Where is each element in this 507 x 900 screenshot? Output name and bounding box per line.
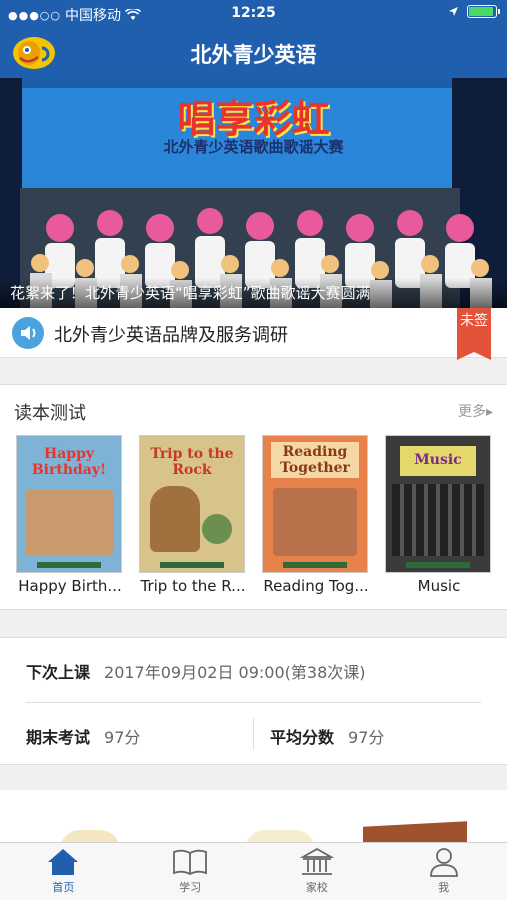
book-card[interactable]: Happy Birthday! Happy Birth...: [16, 435, 124, 595]
book-cover: Reading Together: [262, 435, 368, 573]
reading-test-section: 读本测试 更多▸ Happy Birthday! Happy Birth... …: [0, 384, 507, 610]
school-icon: [299, 847, 334, 875]
book-card[interactable]: Trip to the Rock Trip to the R...: [139, 435, 247, 595]
section-heading: 读本测试: [14, 403, 86, 424]
status-bar: ●●●○○ 中国移动 12:25: [0, 0, 507, 28]
cover-strip: [160, 562, 224, 568]
tab-school[interactable]: 家校: [254, 843, 381, 900]
person-icon: [429, 848, 458, 877]
speaker-icon: [12, 317, 44, 349]
next-section-preview: [0, 790, 507, 842]
average-score-row: 平均分数 97分: [270, 724, 384, 748]
cover-illustration: [25, 490, 113, 556]
next-class-row: 下次上课 2017年09月02日 09:00(第38次课): [26, 659, 366, 683]
preview-image: [363, 821, 467, 842]
notice-text: 北外青少英语品牌及服务调研: [54, 325, 288, 346]
unsigned-tag: 未签: [457, 308, 491, 360]
cover-title: Reading Together: [280, 444, 350, 476]
tab-home[interactable]: 首页: [0, 843, 127, 900]
final-exam-row: 期末考试 97分: [26, 724, 140, 748]
schedule-panel: 下次上课 2017年09月02日 09:00(第38次课) 期末考试 97分 平均分…: [0, 637, 507, 765]
banner-stage-title: 唱享彩虹: [177, 96, 330, 141]
book-cover: Happy Birthday!: [16, 435, 122, 573]
cover-illustration: [150, 486, 200, 552]
book-card[interactable]: Music Music: [385, 435, 493, 595]
book-title: Reading Tog...: [263, 577, 369, 595]
status-time: 12:25: [231, 5, 276, 21]
banner-stage-subtitle: 北外青少英语歌曲歌谣大赛: [163, 138, 344, 156]
page-title: 北外青少英语: [190, 43, 317, 67]
tab-label: 首页: [52, 881, 75, 894]
cover-illustration: [202, 514, 232, 544]
book-title: Trip to the R...: [140, 577, 246, 595]
book-title: Music: [417, 577, 461, 595]
book-cover: Music: [385, 435, 491, 573]
banner-caption: 花絮来了！北外青少英语“唱享彩虹”歌曲歌谣大赛圆满: [0, 278, 507, 308]
average-score-label: 平均分数: [270, 728, 335, 747]
location-icon: [449, 7, 458, 16]
book-card[interactable]: Reading Together Reading Tog...: [262, 435, 370, 595]
divider: [26, 702, 481, 703]
book-title: Happy Birth...: [18, 577, 122, 595]
tab-label: 家校: [305, 881, 328, 894]
tab-label: 我: [438, 881, 450, 894]
survey-notice[interactable]: 北外青少英语品牌及服务调研 未签: [0, 308, 507, 360]
cover-title: Music: [414, 452, 462, 468]
next-class-label: 下次上课: [26, 663, 91, 682]
nav-bar: 北外青少英语: [0, 28, 507, 78]
final-exam-label: 期末考试: [26, 728, 91, 747]
cover-title: Trip to the Rock: [150, 446, 234, 478]
average-score-value: 97分: [348, 728, 385, 747]
more-link[interactable]: 更多▸: [458, 401, 493, 421]
preview-decoration: [60, 830, 120, 842]
tab-me[interactable]: 我: [380, 843, 507, 900]
cover-illustration: [273, 488, 357, 556]
cover-illustration: [392, 484, 484, 556]
preview-decoration: [245, 830, 315, 842]
cover-strip: [283, 562, 347, 568]
divider: [253, 718, 254, 750]
tab-label: 学习: [179, 881, 202, 894]
book-cover: Trip to the Rock: [139, 435, 245, 573]
tab-study[interactable]: 学习: [127, 843, 254, 900]
next-class-value: 2017年09月02日 09:00(第38次课): [104, 663, 366, 682]
banner-carousel[interactable]: 唱享彩虹 北外青少英语歌曲歌谣大赛 花絮来了！北外青少英语“唱享彩虹”歌曲歌谣大…: [0, 78, 507, 308]
book-icon: [173, 849, 208, 876]
status-right: [448, 5, 500, 18]
battery-icon: [467, 5, 500, 18]
cover-strip: [37, 562, 101, 568]
final-exam-value: 97分: [104, 728, 141, 747]
home-icon: [48, 849, 79, 875]
tab-bar: 首页 学习 家校 我: [0, 842, 507, 900]
cover-strip: [406, 562, 470, 568]
cover-title: Happy Birthday!: [31, 446, 107, 478]
